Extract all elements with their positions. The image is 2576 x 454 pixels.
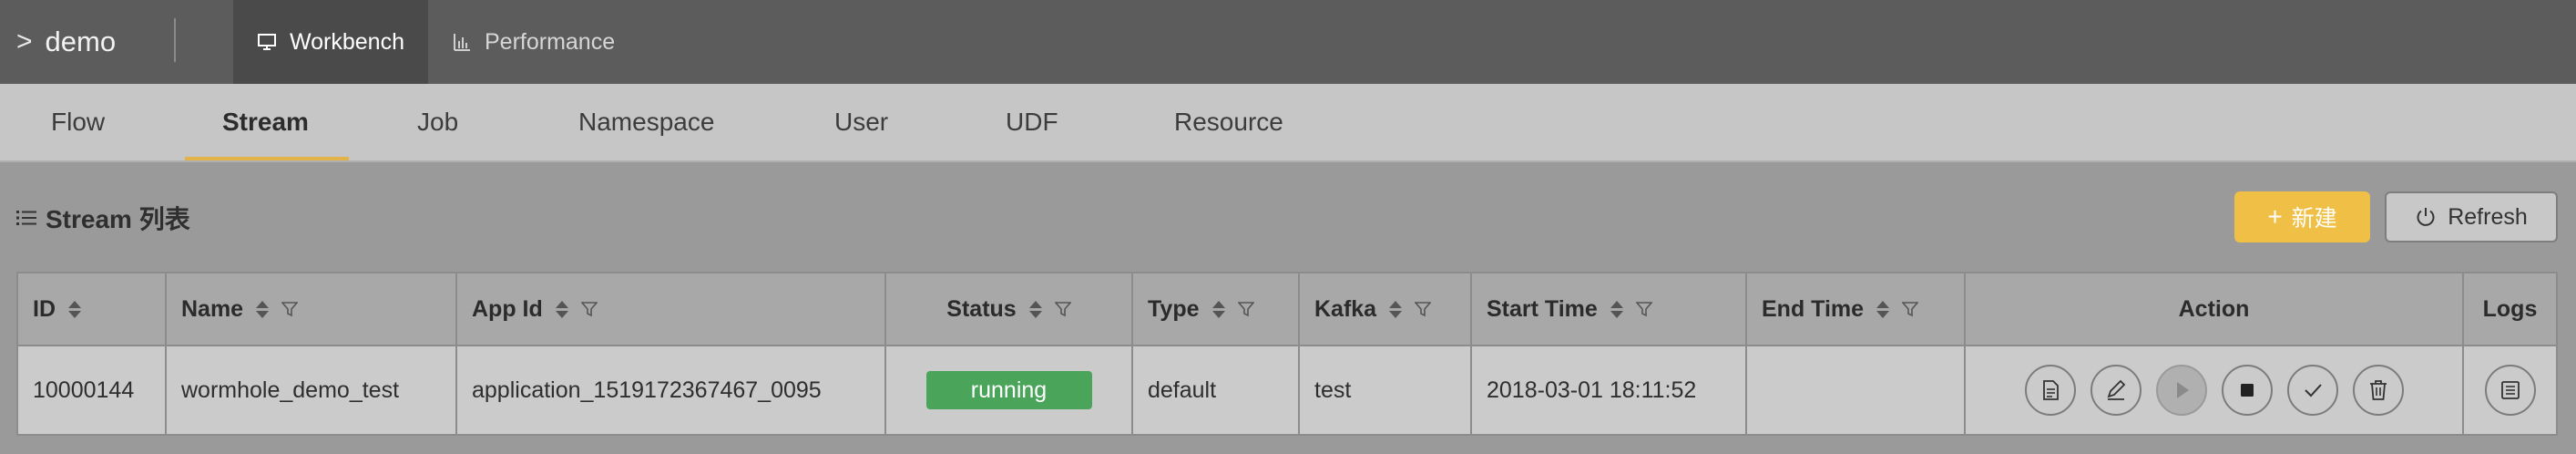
- cell-status: running: [886, 346, 1133, 434]
- divider: [174, 18, 176, 62]
- column-header-name[interactable]: Name: [167, 273, 457, 345]
- stream-table: ID Name App Id Status Type Kafka Start T…: [16, 272, 2558, 436]
- bar-chart-icon: [454, 34, 470, 51]
- column-header-app-id[interactable]: App Id: [457, 273, 886, 345]
- brand[interactable]: > demo: [16, 0, 116, 84]
- cell-kafka: test: [1300, 346, 1472, 434]
- cell-value: 10000144: [33, 377, 135, 403]
- column-label: Status: [946, 295, 1017, 322]
- tab-user[interactable]: User: [834, 84, 888, 160]
- section-title: Stream 列表: [46, 205, 190, 233]
- filter-icon[interactable]: [1237, 301, 1254, 317]
- tab-flow[interactable]: Flow: [51, 84, 105, 160]
- sort-icon[interactable]: [68, 300, 81, 318]
- new-button[interactable]: + 新建: [2234, 191, 2370, 242]
- cell-actions: [1966, 346, 2464, 434]
- view-logs-button[interactable]: [2484, 365, 2536, 416]
- stop-icon: [2240, 384, 2254, 397]
- refresh-button[interactable]: Refresh: [2385, 191, 2558, 242]
- cell-value: 2018-03-01 18:11:52: [1487, 377, 1697, 403]
- sort-icon[interactable]: [1211, 300, 1225, 318]
- cell-app-id: application_1519172367467_0095: [457, 346, 886, 434]
- tab-namespace[interactable]: Namespace: [578, 84, 714, 160]
- power-icon: [2417, 208, 2435, 226]
- topnav-performance[interactable]: Performance: [428, 0, 639, 84]
- cell-type: default: [1133, 346, 1300, 434]
- cell-start-time: 2018-03-01 18:11:52: [1472, 346, 1747, 434]
- tab-stream[interactable]: Stream: [222, 84, 309, 160]
- table-row: 10000144 wormhole_demo_test application_…: [18, 346, 2556, 434]
- play-icon: [2176, 382, 2189, 398]
- cell-end-time: [1747, 346, 1966, 434]
- sort-icon[interactable]: [1610, 300, 1623, 318]
- cell-logs: [2464, 346, 2556, 434]
- cell-id: 10000144: [18, 346, 167, 434]
- column-label: End Time: [1762, 295, 1865, 322]
- cell-name: wormhole_demo_test: [167, 346, 457, 434]
- cell-value: test: [1314, 377, 1352, 403]
- confirm-button[interactable]: [2286, 365, 2338, 416]
- delete-button[interactable]: [2352, 365, 2404, 416]
- column-header-status[interactable]: Status: [886, 273, 1133, 345]
- column-label: Name: [181, 295, 244, 322]
- tab-job[interactable]: Job: [417, 84, 458, 160]
- logs-icon: [2500, 381, 2520, 399]
- pencil-icon: [2107, 379, 2125, 400]
- filter-icon[interactable]: [1902, 301, 1919, 317]
- cell-value: application_1519172367467_0095: [472, 377, 822, 403]
- document-icon: [2042, 380, 2059, 400]
- topnav-workbench[interactable]: Workbench: [233, 0, 428, 84]
- column-label: Type: [1148, 295, 1200, 322]
- filter-icon[interactable]: [1635, 301, 1652, 317]
- column-header-action: Action: [1966, 273, 2464, 345]
- column-header-logs: Logs: [2482, 295, 2538, 322]
- filter-icon[interactable]: [580, 301, 598, 317]
- start-button[interactable]: [2155, 365, 2207, 416]
- tab-resource[interactable]: Resource: [1174, 84, 1283, 160]
- view-detail-button[interactable]: [2024, 365, 2076, 416]
- trash-icon: [2369, 380, 2387, 400]
- new-button-label: 新建: [2291, 206, 2337, 232]
- column-header-type[interactable]: Type: [1133, 273, 1300, 345]
- edit-button[interactable]: [2090, 365, 2142, 416]
- topnav-label: Performance: [485, 28, 616, 55]
- column-label: App Id: [472, 295, 543, 322]
- status-badge: running: [925, 371, 1092, 409]
- column-label: Start Time: [1487, 295, 1598, 322]
- column-header-end-time[interactable]: End Time: [1747, 273, 1966, 345]
- module-tabs: Flow Stream Job Namespace User UDF Resou…: [0, 84, 2576, 162]
- column-header-kafka[interactable]: Kafka: [1300, 273, 1472, 345]
- column-label: Kafka: [1314, 295, 1377, 322]
- check-icon: [2304, 384, 2322, 397]
- sort-icon[interactable]: [256, 300, 270, 318]
- column-header-start-time[interactable]: Start Time: [1472, 273, 1747, 345]
- chevron-right-icon: >: [16, 26, 33, 57]
- filter-icon[interactable]: [281, 301, 299, 317]
- plus-icon: +: [2267, 202, 2283, 231]
- section-header: Stream 列表: [16, 199, 190, 237]
- top-nav: Workbench Performance: [233, 0, 639, 84]
- sort-icon[interactable]: [1028, 300, 1042, 318]
- column-label: ID: [33, 295, 56, 322]
- stop-button[interactable]: [2221, 365, 2273, 416]
- active-tab-indicator: [185, 157, 349, 160]
- sort-icon[interactable]: [555, 300, 568, 318]
- tab-udf[interactable]: UDF: [1006, 84, 1058, 160]
- list-icon: [16, 211, 36, 225]
- cell-value: default: [1148, 377, 1217, 403]
- filter-icon[interactable]: [1054, 301, 1071, 317]
- filter-icon[interactable]: [1415, 301, 1432, 317]
- top-bar: > demo Workbench Performance: [0, 0, 2576, 84]
- topnav-label: Workbench: [290, 28, 404, 55]
- sort-icon[interactable]: [1876, 300, 1890, 318]
- table-header: ID Name App Id Status Type Kafka Start T…: [18, 273, 2556, 346]
- app-name: demo: [45, 26, 117, 57]
- column-header-id[interactable]: ID: [18, 273, 167, 345]
- cell-value: wormhole_demo_test: [181, 377, 400, 403]
- monitor-icon: [258, 34, 276, 50]
- refresh-button-label: Refresh: [2448, 203, 2528, 230]
- sort-icon[interactable]: [1389, 300, 1403, 318]
